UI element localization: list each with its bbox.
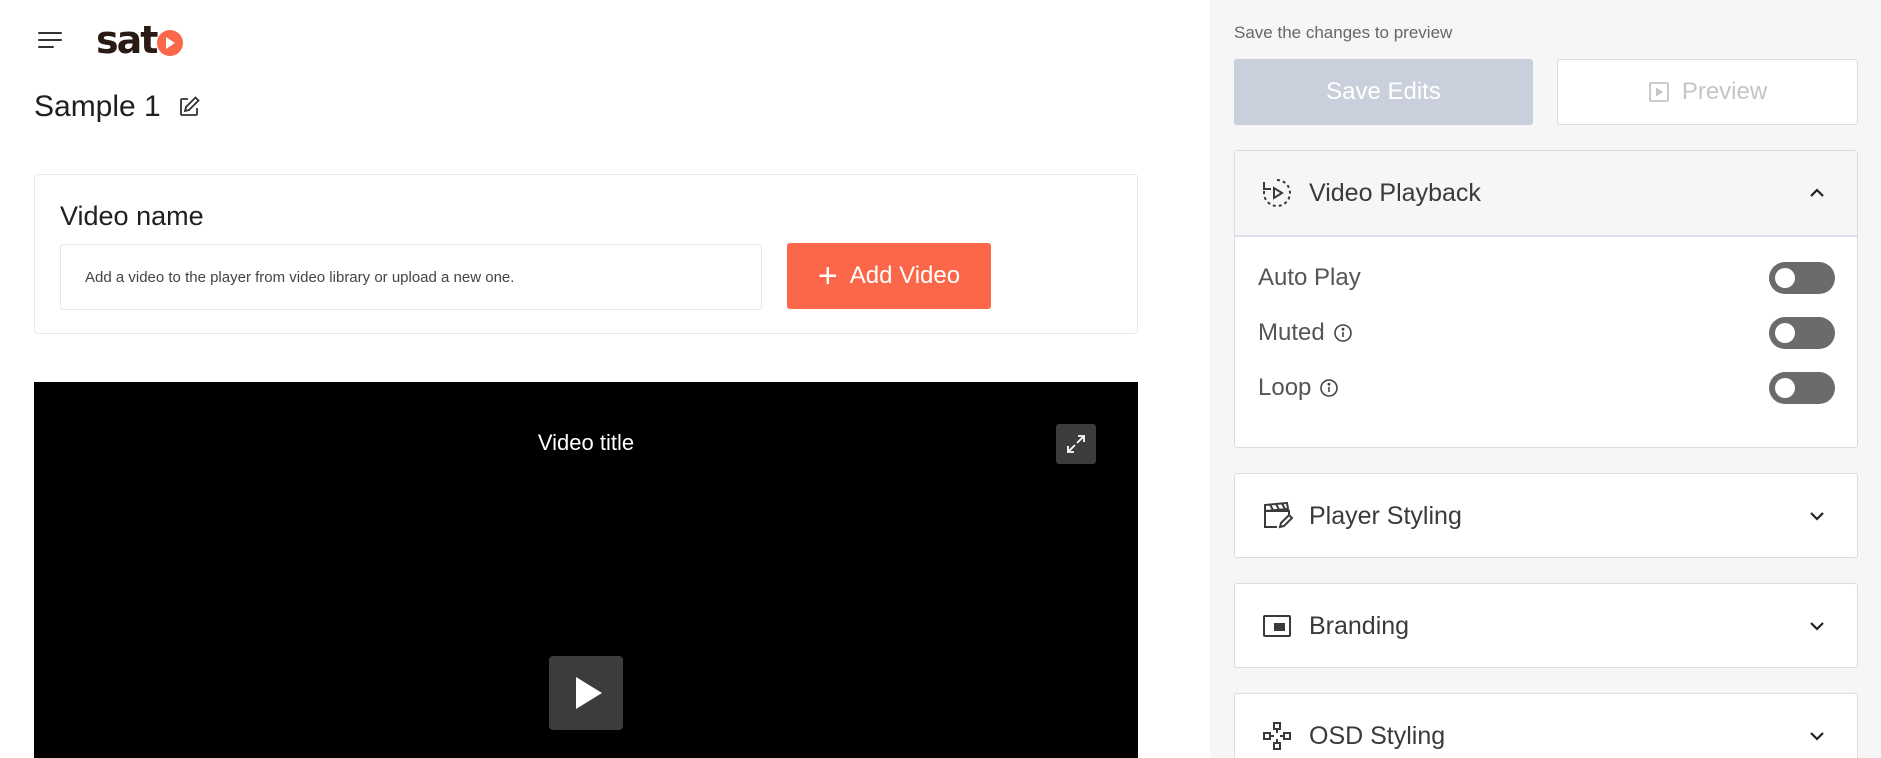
player-styling-panel: Player Styling bbox=[1234, 473, 1858, 558]
branding-label: Branding bbox=[1309, 611, 1410, 640]
add-video-button[interactable]: + Add Video bbox=[787, 243, 991, 309]
save-hint: Save the changes to preview bbox=[1234, 23, 1453, 42]
video-name-card: Video name + Add Video bbox=[34, 174, 1138, 334]
player-styling-header[interactable]: Player Styling bbox=[1235, 474, 1857, 558]
loop-label: Loop bbox=[1258, 374, 1769, 402]
info-icon[interactable] bbox=[1319, 378, 1339, 398]
clapperboard-edit-icon bbox=[1260, 499, 1294, 533]
chevron-down-icon[interactable] bbox=[1807, 726, 1827, 746]
osd-styling-panel: OSD Styling bbox=[1234, 693, 1858, 758]
preview-button[interactable]: Preview bbox=[1557, 59, 1858, 125]
preview-label: Preview bbox=[1681, 78, 1768, 105]
video-playback-header[interactable]: Video Playback bbox=[1235, 151, 1857, 237]
player-styling-label: Player Styling bbox=[1309, 501, 1462, 530]
play-button[interactable] bbox=[549, 656, 623, 730]
preview-icon bbox=[1648, 82, 1669, 102]
save-edits-button[interactable]: Save Edits bbox=[1234, 59, 1533, 125]
video-playback-panel: Video Playback Auto Play Muted Loop bbox=[1234, 150, 1858, 448]
menu-icon[interactable] bbox=[38, 32, 64, 52]
video-player[interactable]: Video title bbox=[34, 382, 1138, 758]
branding-panel: Branding bbox=[1234, 583, 1858, 668]
muted-row: Muted bbox=[1258, 316, 1835, 350]
plus-icon: + bbox=[817, 257, 838, 295]
fullscreen-button[interactable] bbox=[1056, 424, 1096, 464]
video-name-label: Video name bbox=[60, 201, 204, 231]
muted-label: Muted bbox=[1258, 319, 1769, 347]
settings-sidebar: Save the changes to preview Save Edits P… bbox=[1210, 0, 1881, 758]
video-title: Video title bbox=[537, 430, 635, 455]
loop-toggle[interactable] bbox=[1769, 372, 1835, 404]
auto-play-label: Auto Play bbox=[1258, 264, 1361, 291]
branding-header[interactable]: Branding bbox=[1235, 584, 1857, 668]
main-content: sat Sample 1 Video name + Add Video Vide… bbox=[0, 0, 1210, 758]
video-name-input[interactable] bbox=[60, 244, 762, 310]
auto-play-row: Auto Play bbox=[1258, 261, 1835, 295]
sato-logo[interactable]: sat bbox=[96, 18, 184, 62]
page-title-text: Sample 1 bbox=[34, 90, 161, 123]
chevron-up-icon[interactable] bbox=[1807, 183, 1827, 203]
page-title: Sample 1 bbox=[34, 90, 201, 124]
chevron-down-icon[interactable] bbox=[1807, 616, 1827, 636]
replay-icon bbox=[1260, 176, 1294, 210]
osd-styling-header[interactable]: OSD Styling bbox=[1235, 694, 1857, 758]
loop-row: Loop bbox=[1258, 371, 1835, 405]
expand-icon bbox=[1067, 435, 1085, 453]
logo-play-icon bbox=[157, 30, 184, 56]
video-playback-label: Video Playback bbox=[1309, 178, 1481, 207]
muted-toggle[interactable] bbox=[1769, 317, 1835, 349]
info-icon[interactable] bbox=[1333, 323, 1353, 343]
play-icon bbox=[576, 677, 602, 709]
auto-play-toggle[interactable] bbox=[1769, 262, 1835, 294]
picture-in-picture-icon bbox=[1260, 609, 1294, 643]
osd-styling-label: OSD Styling bbox=[1309, 721, 1446, 750]
add-video-label: Add Video bbox=[849, 262, 961, 289]
chevron-down-icon[interactable] bbox=[1807, 506, 1827, 526]
gamepad-icon bbox=[1260, 719, 1294, 753]
edit-icon[interactable] bbox=[177, 95, 201, 119]
